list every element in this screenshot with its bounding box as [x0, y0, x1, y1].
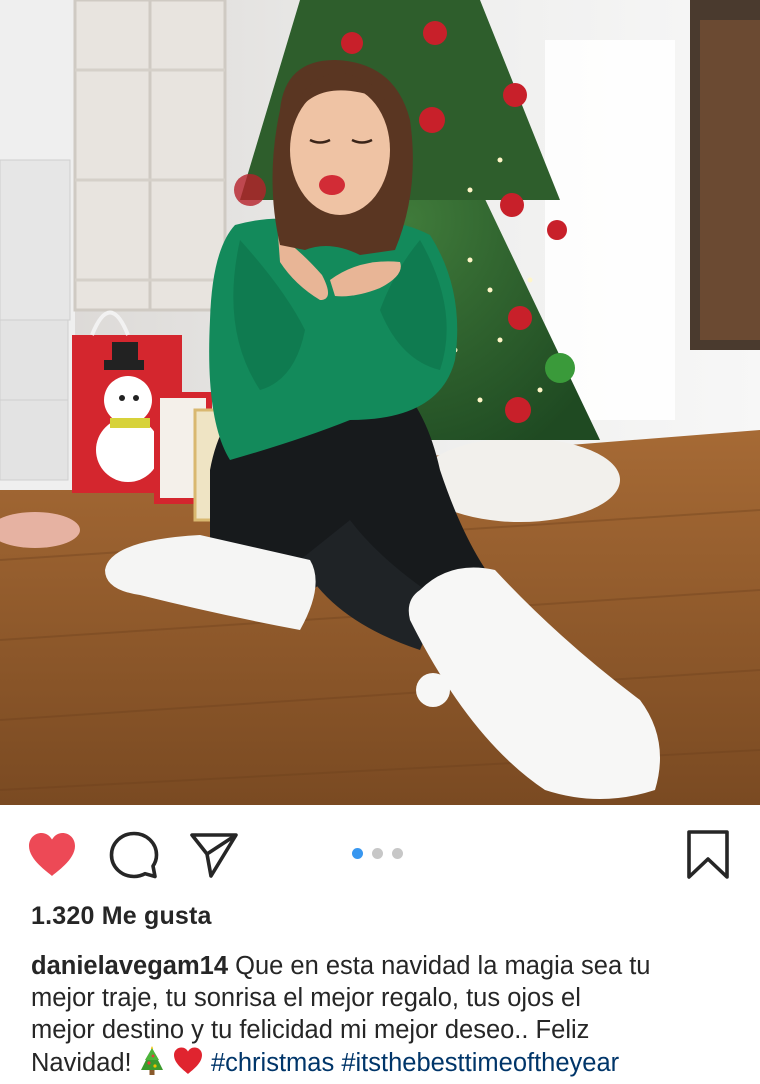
caption-username[interactable]: danielavegam14 [31, 952, 228, 980]
carousel-indicator [352, 848, 403, 859]
comment-button[interactable] [108, 829, 160, 881]
red-heart-icon [172, 1046, 204, 1084]
carousel-dot-1 [352, 848, 363, 859]
caption-text-line-3: mejor destino y tu felicidad mi mejor de… [31, 1016, 590, 1044]
post-action-bar [0, 805, 760, 900]
caption-text-line-2: mejor traje, tu sonrisa el mejor regalo,… [31, 984, 581, 1012]
carousel-dot-3 [392, 848, 403, 859]
christmas-tree-icon [139, 1046, 165, 1084]
caption-text-line-1: Que en esta navidad la magia sea tu [235, 952, 651, 980]
hashtag-itsthebesttimeoftheyear[interactable]: #itsthebesttimeoftheyear [341, 1049, 619, 1077]
share-button[interactable] [188, 829, 240, 881]
paper-plane-icon [190, 833, 238, 878]
hashtag-christmas[interactable]: #christmas [211, 1049, 334, 1077]
caption-text-line-4: Navidad! [31, 1049, 132, 1077]
likes-count[interactable]: 1.320 Me gusta [31, 902, 212, 931]
like-button[interactable] [26, 829, 78, 881]
comment-icon [109, 831, 159, 879]
post-caption: danielavegam14 Que en esta navidad la ma… [31, 950, 743, 1084]
heart-icon [29, 833, 75, 876]
post-photo[interactable] [0, 0, 760, 805]
photo-illustration [0, 0, 760, 805]
save-button[interactable] [682, 829, 734, 881]
bookmark-icon [687, 830, 729, 879]
carousel-dot-2 [372, 848, 383, 859]
